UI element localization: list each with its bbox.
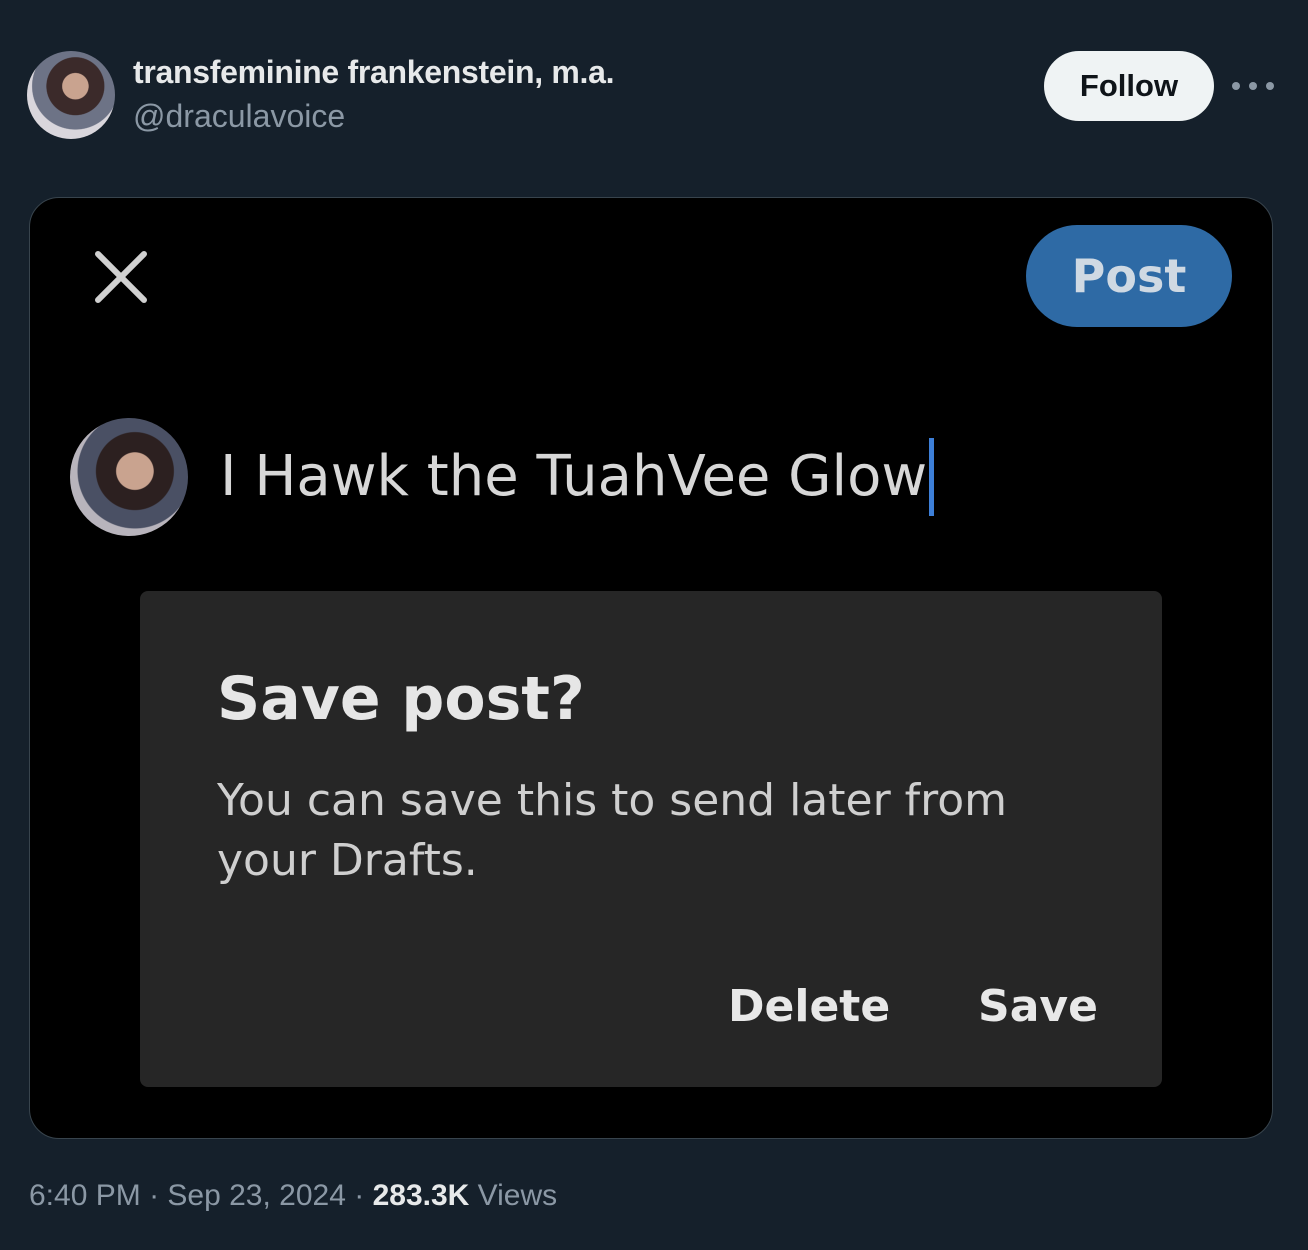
tweet-date[interactable]: Sep 23, 2024 [167, 1179, 346, 1212]
more-dot [1232, 82, 1240, 90]
composer-avatar [70, 418, 188, 536]
tweet-time[interactable]: 6:40 PM [29, 1179, 141, 1212]
delete-button: Delete [728, 981, 891, 1032]
save-post-dialog: Save post? You can save this to send lat… [140, 591, 1162, 1087]
close-icon [95, 251, 147, 303]
dialog-body: You can save this to send later from you… [217, 775, 1008, 886]
views-label: Views [477, 1179, 558, 1212]
more-dot [1266, 82, 1274, 90]
views-count: 283.3K [372, 1179, 470, 1212]
post-button: Post [1026, 225, 1232, 327]
save-button: Save [978, 981, 1098, 1032]
tweet-media-screenshot[interactable]: Post I Hawk the TuahVee Glow Save post? … [29, 197, 1273, 1139]
author-display-name[interactable]: transfeminine frankenstein, m.a. [133, 52, 615, 92]
meta-separator: · [140, 1179, 168, 1212]
composer-input: I Hawk the TuahVee Glow [220, 438, 935, 516]
avatar[interactable] [27, 51, 115, 139]
follow-button[interactable]: Follow [1044, 51, 1214, 121]
text-caret [929, 438, 935, 516]
draft-text: I Hawk the TuahVee Glow [220, 444, 928, 509]
more-dot [1249, 82, 1257, 90]
more-icon[interactable] [1232, 70, 1274, 102]
dialog-title: Save post? [217, 664, 585, 734]
author-handle[interactable]: @draculavoice [133, 96, 345, 136]
tweet-meta: 6:40 PM · Sep 23, 2024 · 283.3K Views [29, 1176, 557, 1216]
meta-separator: · [345, 1179, 373, 1212]
